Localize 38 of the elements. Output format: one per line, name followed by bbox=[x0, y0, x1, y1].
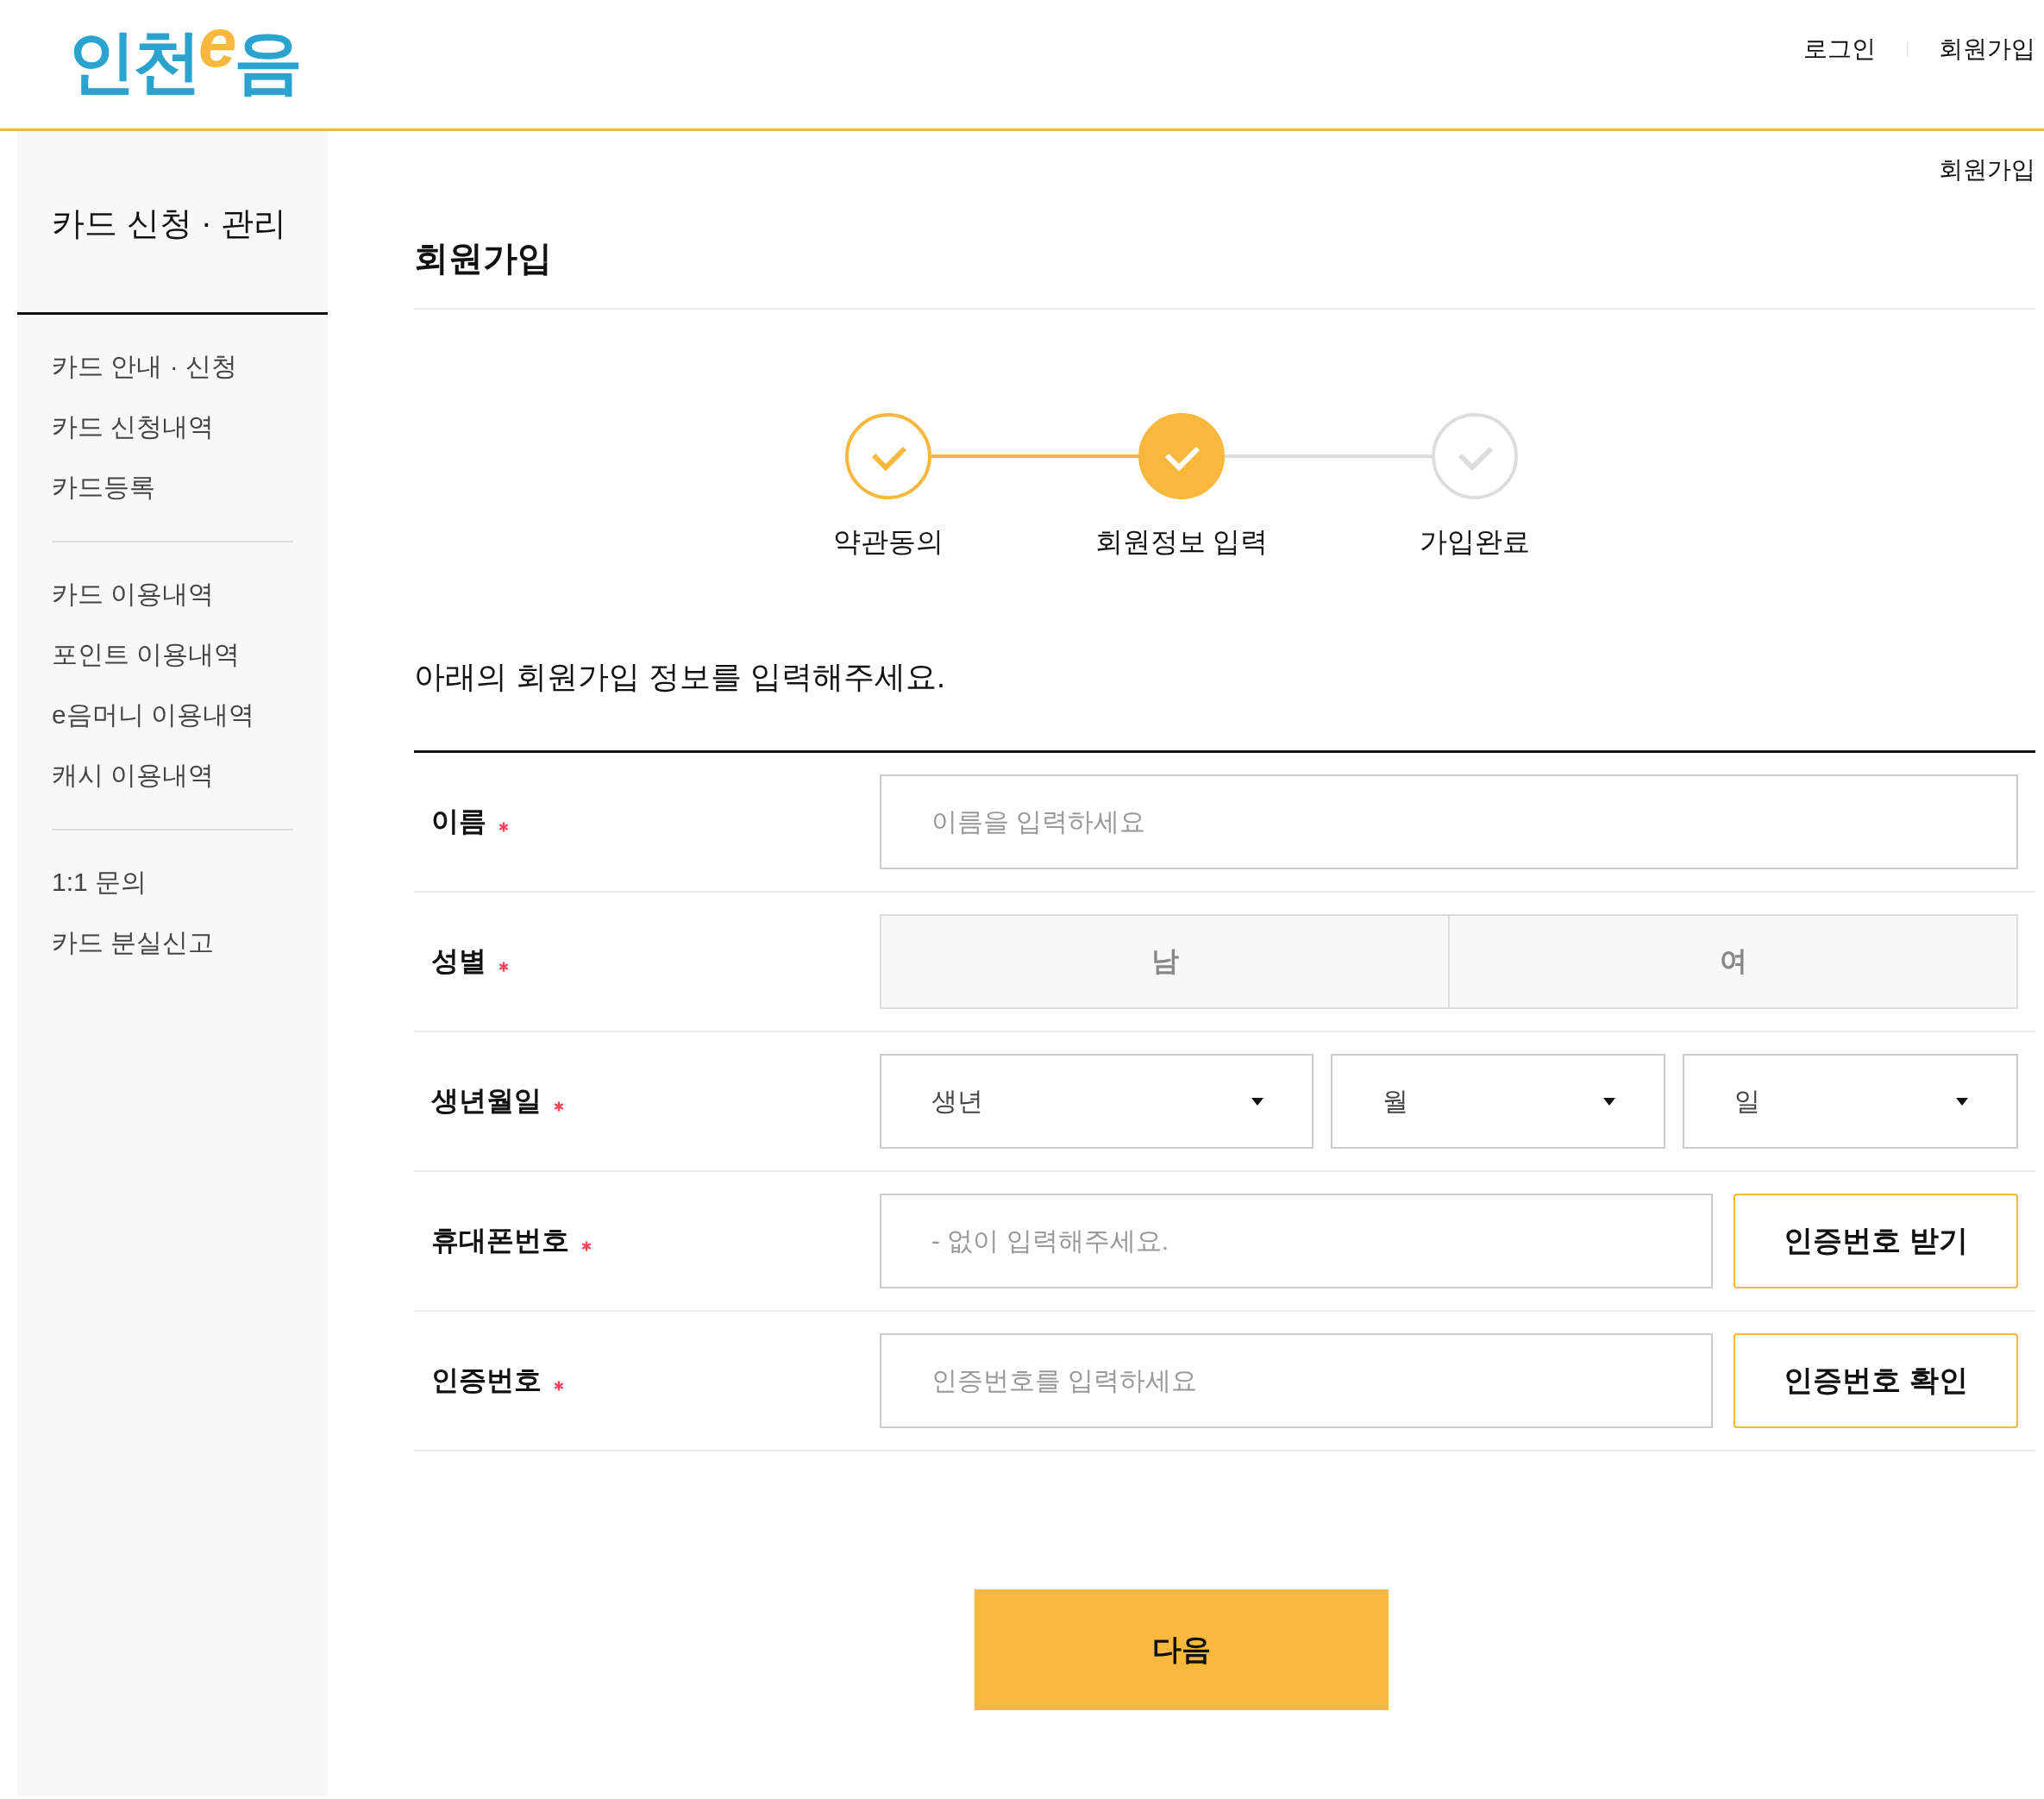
sidebar-title: 카드 신청 · 관리 bbox=[17, 131, 328, 315]
field-label: 휴대폰번호 bbox=[431, 1224, 569, 1257]
dropdown[interactable]: 월 bbox=[1330, 1054, 1666, 1149]
breadcrumb: 회원가입 bbox=[1939, 155, 2035, 185]
sidebar-item[interactable]: 카드 신청내역 bbox=[52, 411, 293, 442]
dropdown-value: 월 bbox=[1382, 1085, 1408, 1117]
sidebar-item[interactable]: 1:1 문의 bbox=[52, 867, 293, 898]
input-field[interactable]: 인증번호를 입력하세요 bbox=[880, 1333, 1713, 1428]
dropdown[interactable]: 일 bbox=[1683, 1054, 2018, 1149]
sidebar-item[interactable]: 포인트 이용내역 bbox=[52, 639, 293, 670]
header-link[interactable]: 회원가입 bbox=[1939, 33, 2035, 66]
verify-button[interactable]: 인증번호 확인 bbox=[1734, 1333, 2018, 1428]
dropdown[interactable]: 생년 bbox=[880, 1054, 1314, 1149]
page-title: 회원가입 bbox=[414, 235, 2035, 310]
sidebar-item[interactable]: e음머니 이용내역 bbox=[52, 699, 293, 730]
sidebar-item[interactable]: 카드 안내 · 신청 bbox=[52, 351, 293, 382]
next-button[interactable]: 다음 bbox=[975, 1589, 1389, 1710]
caret-icon bbox=[1603, 1097, 1616, 1106]
dropdown-value: 일 bbox=[1734, 1085, 1761, 1117]
step-label: 약관동의 bbox=[833, 525, 944, 559]
field-label: 이름 bbox=[431, 805, 486, 838]
intro-text: 아래의 회원가입 정보를 입력해주세요. bbox=[414, 658, 946, 696]
input-field[interactable]: 이름을 입력하세요 bbox=[880, 774, 2018, 869]
input-field[interactable]: - 없이 입력해주세요. bbox=[880, 1194, 1713, 1288]
caret-icon bbox=[1956, 1097, 1968, 1106]
step-label: 회원정보 입력 bbox=[1094, 525, 1269, 559]
verify-button[interactable]: 인증번호 받기 bbox=[1734, 1194, 2018, 1288]
caret-icon bbox=[1251, 1097, 1263, 1106]
dropdown-value: 생년 bbox=[931, 1085, 983, 1117]
header-link[interactable]: 로그인 bbox=[1803, 33, 1876, 66]
field-label: 성별 bbox=[431, 944, 486, 978]
sidebar-item[interactable]: 카드 이용내역 bbox=[52, 579, 293, 610]
sidebar-item[interactable]: 카드등록 bbox=[52, 472, 293, 503]
sidebar-item[interactable]: 캐시 이용내역 bbox=[52, 760, 293, 791]
sidebar-item[interactable]: 카드 분실신고 bbox=[52, 927, 293, 958]
step-label: 가입완료 bbox=[1420, 525, 1530, 559]
field-label: 생년월일 bbox=[431, 1084, 542, 1118]
field-label: 인증번호 bbox=[431, 1363, 542, 1397]
